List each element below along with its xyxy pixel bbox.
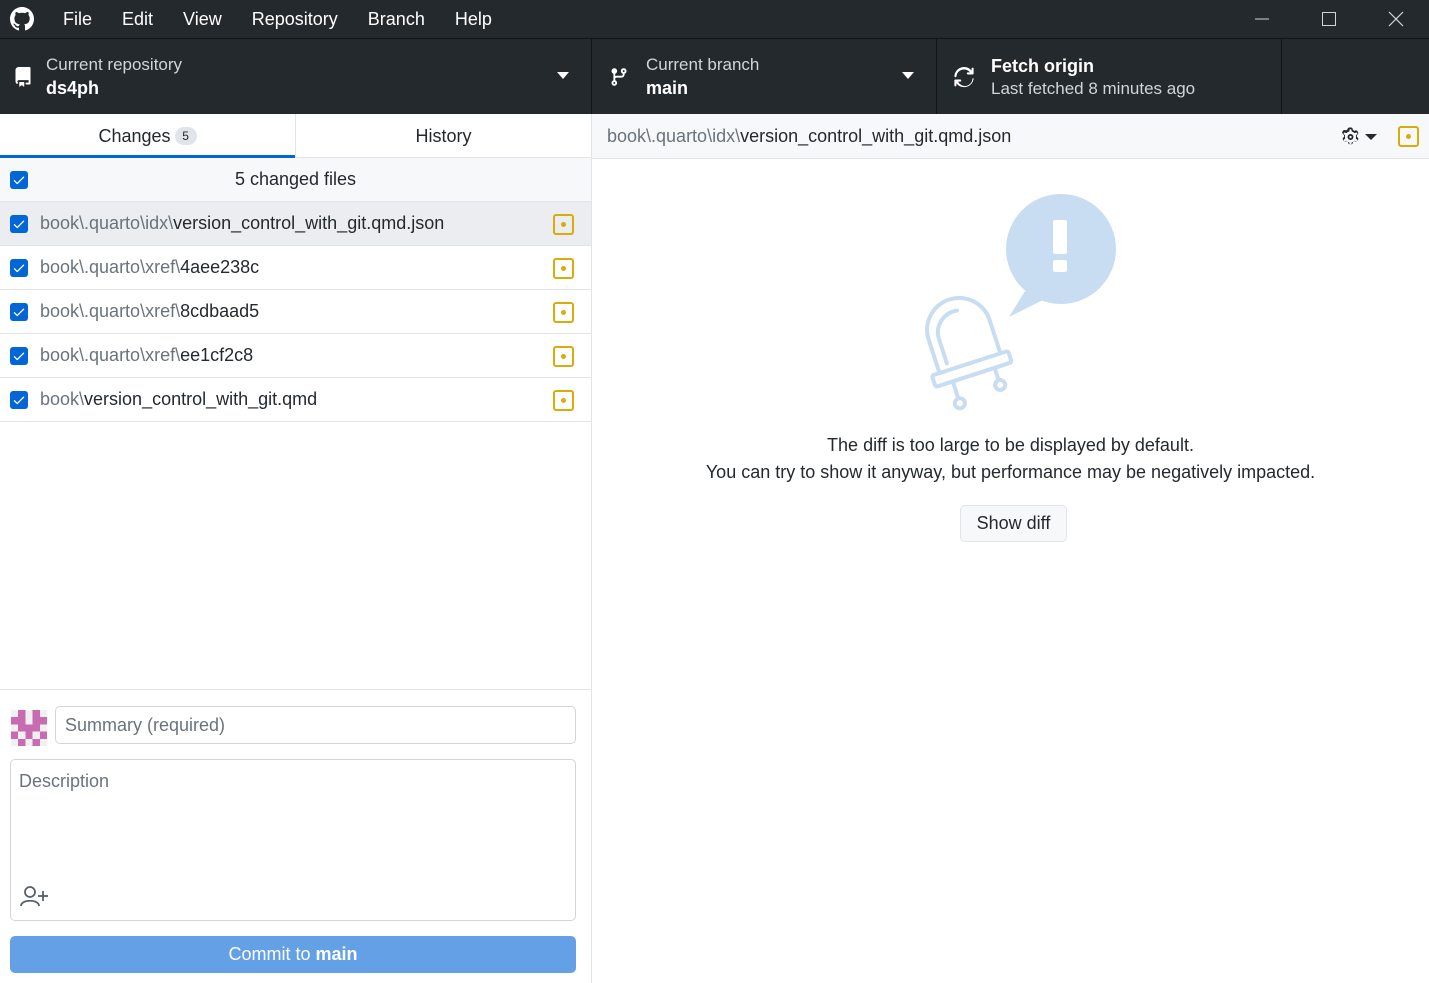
maximize-icon (1321, 12, 1336, 26)
file-checkbox[interactable] (10, 390, 28, 409)
file-dir: book\.quarto\xref\ (40, 345, 181, 365)
current-branch-button[interactable]: Current branch main (592, 39, 937, 114)
menu-edit[interactable]: Edit (107, 0, 168, 38)
file-dir: book\.quarto\idx\ (40, 213, 174, 233)
commit-button[interactable]: Commit to main (10, 936, 576, 973)
diff-panel: book\.quarto\idx\version_control_with_gi… (592, 114, 1429, 983)
person-add-icon[interactable] (19, 884, 49, 910)
file-checkbox[interactable] (10, 346, 28, 365)
file-checkbox[interactable] (10, 302, 28, 321)
branch-name: main (646, 77, 689, 98)
minimize-button[interactable] (1228, 0, 1295, 38)
show-diff-button[interactable]: Show diff (960, 505, 1067, 542)
diff-performance-warning: You can try to show it anyway, but perfo… (705, 462, 1316, 482)
file-modified-icon (553, 390, 574, 411)
changed-files-header: 5 changed files (0, 158, 591, 202)
changes-panel: Changes 5 History 5 changed files book\.q… (0, 114, 592, 983)
menu-file[interactable]: File (48, 0, 107, 38)
diff-too-large-message: The diff is too large to be displayed by… (827, 435, 1194, 455)
file-path: book\.quarto\idx\version_control_with_gi… (40, 213, 444, 234)
menu-help[interactable]: Help (440, 0, 507, 38)
sync-icon (937, 66, 991, 88)
tab-history[interactable]: History (295, 114, 591, 157)
maximize-button[interactable] (1295, 0, 1362, 38)
description-box (10, 759, 576, 921)
diff-file-dir: book\.quarto\idx\ (607, 125, 741, 146)
description-input[interactable] (11, 760, 575, 870)
menu-branch[interactable]: Branch (353, 0, 440, 38)
file-row[interactable]: book\version_control_with_git.qmd (0, 378, 591, 422)
check-icon (13, 220, 25, 228)
diff-file-path: book\.quarto\idx\version_control_with_gi… (607, 126, 1011, 147)
check-icon (13, 352, 25, 360)
commit-form: Commit to main (0, 689, 591, 983)
check-icon (13, 308, 25, 316)
window-controls (1228, 0, 1429, 38)
file-row[interactable]: book\.quarto\idx\version_control_with_gi… (0, 202, 591, 246)
file-checkbox[interactable] (10, 258, 28, 277)
file-name: 4aee238c (180, 257, 260, 277)
file-name: version_control_with_git.qmd (84, 389, 318, 409)
file-name: version_control_with_git.qmd.json (173, 213, 445, 233)
file-modified-icon (553, 258, 574, 279)
tab-bar: Changes 5 History (0, 114, 591, 158)
tab-changes-label: Changes (98, 126, 171, 146)
file-path: book\.quarto\xref\4aee238c (40, 257, 259, 278)
chevron-down-icon (902, 72, 914, 79)
summary-input[interactable] (55, 706, 576, 744)
file-row[interactable]: book\.quarto\xref\4aee238c (0, 246, 591, 290)
diff-header: book\.quarto\idx\version_control_with_gi… (592, 114, 1429, 159)
check-icon (13, 396, 25, 404)
menu-view[interactable]: View (168, 0, 237, 38)
file-dir: book\.quarto\xref\ (40, 301, 181, 321)
chevron-down-icon (1365, 134, 1377, 140)
file-dir: book\ (40, 389, 85, 409)
gear-icon (1342, 127, 1359, 145)
github-logo-icon[interactable] (0, 0, 44, 38)
minimize-icon (1254, 18, 1269, 20)
git-branch-icon (592, 66, 646, 88)
repo-icon (0, 66, 46, 88)
commit-button-prefix: Commit to (228, 944, 316, 964)
title-bar: File Edit View Repository Branch Help (0, 0, 1429, 38)
check-icon (13, 176, 25, 184)
tab-changes[interactable]: Changes 5 (0, 114, 295, 158)
file-path: book\.quarto\xref\8cdbaad5 (40, 301, 259, 322)
close-icon (1388, 11, 1403, 27)
close-button[interactable] (1362, 0, 1429, 38)
fetch-status: Last fetched 8 minutes ago (991, 78, 1196, 98)
tab-history-label: History (415, 126, 472, 146)
changed-files-count: 5 changed files (234, 169, 357, 189)
diff-file-name: version_control_with_git.qmd.json (740, 125, 1012, 146)
diff-settings-button[interactable] (1341, 125, 1377, 149)
current-repository-button[interactable]: Current repository ds4ph (0, 39, 592, 114)
repository-label: Current repository (46, 54, 183, 74)
fetch-label: Fetch origin (991, 55, 1094, 76)
commit-button-branch: main (315, 944, 358, 964)
file-row[interactable]: book\.quarto\xref\8cdbaad5 (0, 290, 591, 334)
file-path: book\.quarto\xref\ee1cf2c8 (40, 345, 253, 366)
file-dir: book\.quarto\xref\ (40, 257, 181, 277)
changes-count-badge: 5 (174, 127, 197, 145)
diff-too-large-illustration (907, 189, 1122, 414)
avatar (11, 710, 47, 746)
check-icon (13, 264, 25, 272)
file-name: 8cdbaad5 (180, 301, 260, 321)
branch-label: Current branch (646, 54, 760, 74)
file-modified-icon (1398, 126, 1419, 147)
file-modified-icon (553, 346, 574, 367)
file-row[interactable]: book\.quarto\xref\ee1cf2c8 (0, 334, 591, 378)
menu-bar: File Edit View Repository Branch Help (48, 0, 507, 38)
select-all-checkbox[interactable] (10, 170, 28, 189)
file-checkbox[interactable] (10, 214, 28, 233)
file-modified-icon (553, 302, 574, 323)
menu-repository[interactable]: Repository (237, 0, 353, 38)
file-path: book\version_control_with_git.qmd (40, 389, 317, 410)
toolbar: Current repository ds4ph Current branch … (0, 38, 1429, 114)
chevron-down-icon (557, 72, 569, 79)
file-modified-icon (553, 214, 574, 235)
repository-name: ds4ph (46, 77, 100, 98)
fetch-origin-button[interactable]: Fetch origin Last fetched 8 minutes ago (937, 39, 1282, 114)
file-name: ee1cf2c8 (180, 345, 254, 365)
